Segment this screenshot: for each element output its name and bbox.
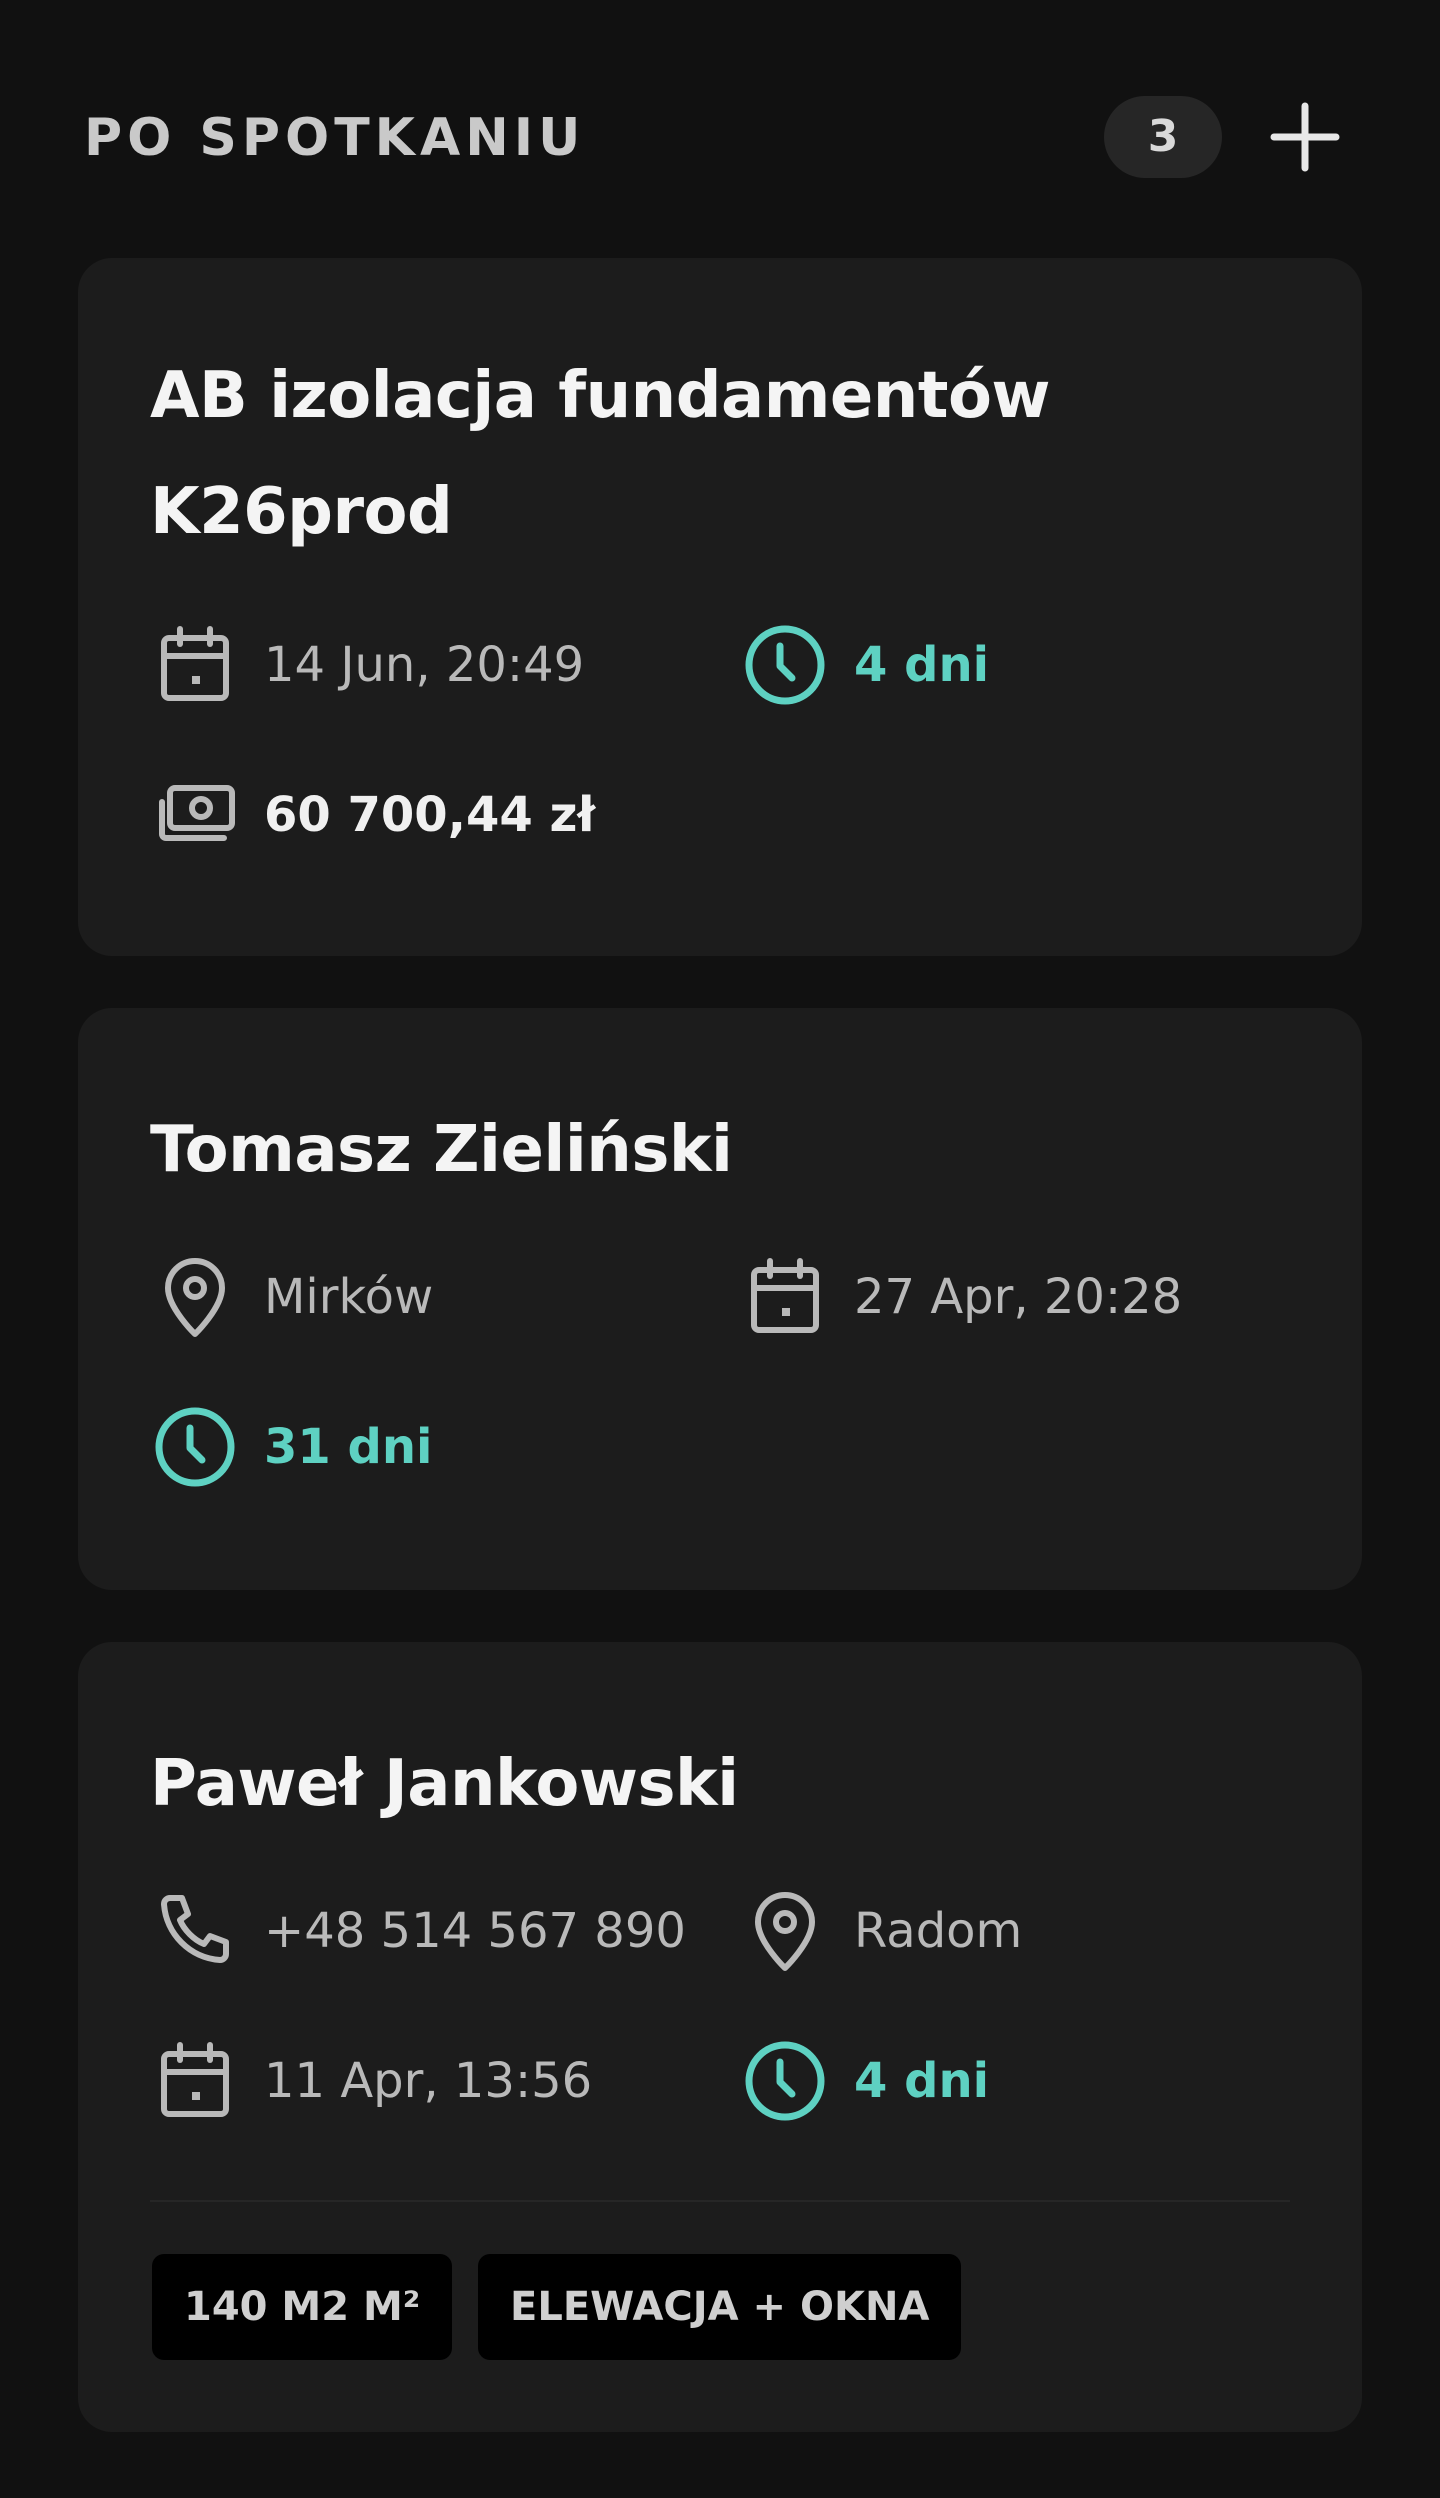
card-date: 27 Apr, 20:28 <box>854 1269 1183 1325</box>
meta-date: 11 Apr, 13:56 <box>150 2036 592 2126</box>
card-location: Mirków <box>264 1269 434 1325</box>
deal-card[interactable]: Tomasz Zieliński Mirków 27 Apr, 20:28 31… <box>78 1008 1362 1590</box>
tag-chip: 140 M2 M² <box>152 2254 453 2360</box>
card-days: 4 dni <box>854 637 990 693</box>
meta-days: 4 dni <box>740 2036 989 2126</box>
meta-days: 31 dni <box>150 1402 433 1492</box>
location-pin-icon <box>150 1252 240 1342</box>
card-phone[interactable]: +48 514 567 890 <box>264 1903 686 1959</box>
count-badge: 3 <box>1104 96 1222 178</box>
column-header: PO SPOTKANIU 3 <box>84 96 1354 178</box>
calendar-icon <box>740 1252 830 1342</box>
meta-location: Radom <box>740 1886 1022 1976</box>
location-pin-icon <box>740 1886 830 1976</box>
meta-amount: 60 700,44 zł <box>150 770 595 860</box>
card-days: 31 dni <box>264 1419 433 1475</box>
deal-card[interactable]: Paweł Jankowski +48 514 567 890 Radom 11… <box>78 1642 1362 2432</box>
card-title: Tomasz Zieliński <box>150 1113 733 1187</box>
clock-icon <box>740 620 830 710</box>
card-title-line-1: AB izolacja fundamentów <box>150 359 1051 433</box>
column-title: PO SPOTKANIU <box>84 108 586 168</box>
card-date: 14 Jun, 20:49 <box>264 637 585 693</box>
meta-date: 14 Jun, 20:49 <box>150 620 584 710</box>
clock-icon <box>150 1402 240 1492</box>
meta-phone: +48 514 567 890 <box>150 1886 686 1976</box>
meta-location: Mirków <box>150 1252 433 1342</box>
deal-card[interactable]: AB izolacja fundamentów K26prod 14 Jun, … <box>78 258 1362 956</box>
card-location: Radom <box>854 1903 1023 1959</box>
money-icon <box>150 770 240 860</box>
card-amount: 60 700,44 zł <box>264 787 596 843</box>
meta-days: 4 dni <box>740 620 989 710</box>
tag-chip: ELEWACJA + OKNA <box>478 2254 962 2360</box>
card-title-line-2: K26prod <box>150 475 453 549</box>
calendar-icon <box>150 2036 240 2126</box>
clock-icon <box>740 2036 830 2126</box>
card-title: Paweł Jankowski <box>150 1747 739 1821</box>
calendar-icon <box>150 620 240 710</box>
meta-date: 27 Apr, 20:28 <box>740 1252 1182 1342</box>
kanban-column: PO SPOTKANIU 3 AB izolacja fundamentów K… <box>0 0 1440 2498</box>
add-card-button[interactable] <box>1264 96 1346 178</box>
plus-icon <box>1270 102 1340 172</box>
card-date: 11 Apr, 13:56 <box>264 2053 593 2109</box>
phone-icon <box>150 1886 240 1976</box>
card-days: 4 dni <box>854 2053 990 2109</box>
card-divider <box>150 2200 1290 2202</box>
